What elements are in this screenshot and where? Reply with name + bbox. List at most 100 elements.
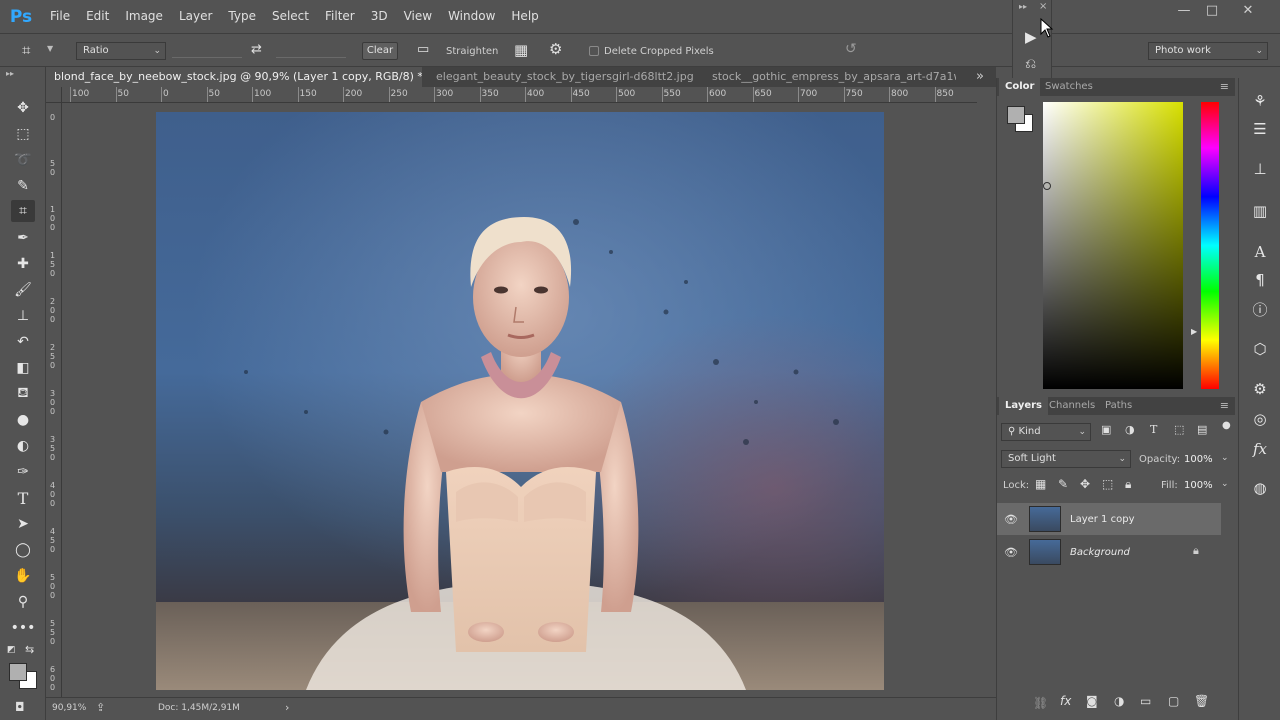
crop-tool-icon[interactable]: ⌗ [11, 200, 35, 222]
reset-icon[interactable]: ↺ [845, 41, 857, 57]
zoom-tool-icon[interactable]: ⚲ [11, 591, 35, 613]
color-picker-handle[interactable] [1043, 182, 1051, 190]
tab-paths[interactable]: Paths [1099, 397, 1138, 415]
straighten-icon[interactable]: ▭ [417, 42, 429, 57]
collapse-icon[interactable]: ▸▸ [6, 69, 14, 78]
chevron-down-icon[interactable]: ⌄ [1221, 453, 1229, 463]
tab-document-2[interactable]: elegant_beauty_stock_by_tigersgirl-d68lt… [428, 67, 696, 87]
menu-view[interactable]: View [396, 0, 440, 33]
menu-file[interactable]: File [42, 0, 78, 33]
add-mask-icon[interactable]: ◙ [1086, 694, 1098, 708]
panel-menu-icon[interactable]: ≡ [1220, 399, 1229, 412]
quick-mask-icon[interactable]: ◘ [15, 700, 25, 714]
fill-value[interactable]: 100% [1184, 479, 1213, 493]
layer-name[interactable]: Layer 1 copy [1070, 514, 1134, 525]
filter-adjustment-icon[interactable]: ◑ [1125, 423, 1135, 436]
layer-row[interactable]: 👁︎ Background 🔒︎ [997, 536, 1221, 568]
hand-tool-icon[interactable]: ✋ [11, 565, 35, 587]
history-icon[interactable]: ⎌ [1025, 56, 1036, 72]
hue-slider-handle[interactable]: ▶ [1191, 327, 1197, 336]
properties-icon[interactable]: ⚙ [1249, 378, 1271, 400]
menu-3d[interactable]: 3D [363, 0, 396, 33]
brush-settings-icon[interactable]: ⚘ [1249, 90, 1271, 112]
filter-pixel-icon[interactable]: ▣ [1101, 423, 1111, 436]
tab-channels[interactable]: Channels [1043, 397, 1101, 415]
marquee-tool-icon[interactable]: ⬚ [11, 123, 35, 145]
filter-shape-icon[interactable]: ⬚ [1174, 423, 1184, 436]
clone-source-icon[interactable]: ⊥ [1249, 158, 1271, 180]
eye-icon[interactable]: 👁︎ [997, 546, 1025, 559]
type-tool-icon[interactable]: T [11, 487, 35, 509]
menu-select[interactable]: Select [264, 0, 317, 33]
lock-transparent-icon[interactable]: ▦ [1035, 477, 1046, 491]
path-select-tool-icon[interactable]: ➤ [11, 513, 35, 535]
3d-icon[interactable]: ⬡ [1249, 338, 1271, 360]
vertical-ruler[interactable]: 0 5 0 1 0 0 1 5 0 2 0 0 2 5 0 3 0 0 3 5 0 4 0 0 4… [46, 103, 62, 697]
paint-bucket-tool-icon[interactable]: ⛾ [11, 383, 35, 405]
move-tool-icon[interactable]: ✥ [11, 97, 35, 119]
overlay-grid-icon[interactable]: ▦ [514, 41, 528, 59]
trash-icon[interactable]: 🗑︎ [1194, 694, 1209, 708]
opacity-value[interactable]: 100% [1184, 453, 1213, 467]
close-icon[interactable]: × [1039, 1, 1047, 12]
height-field[interactable] [276, 42, 346, 58]
pen-tool-icon[interactable]: ✑ [11, 461, 35, 483]
tab-swatches[interactable]: Swatches [1039, 78, 1099, 96]
menu-edit[interactable]: Edit [78, 0, 117, 33]
lasso-tool-icon[interactable]: ➰ [11, 149, 35, 171]
horizontal-ruler[interactable]: 100 50 0 50 100 150 200 250 300 350 400 450 500 550 60… [62, 87, 977, 103]
tab-layers[interactable]: Layers [999, 397, 1048, 415]
lock-all-icon[interactable]: 🔒︎ [1125, 477, 1131, 492]
foreground-color-swatch[interactable] [9, 663, 27, 681]
tab-document-3[interactable]: stock__gothic_empress_by_apsara_art-d7a1… [704, 67, 956, 87]
healing-brush-tool-icon[interactable]: ✚ [11, 253, 35, 275]
new-layer-icon[interactable]: ▢ [1168, 694, 1179, 708]
dodge-tool-icon[interactable]: ◐ [11, 435, 35, 457]
zoom-level[interactable]: 90,91% [52, 703, 86, 713]
canvas-area[interactable] [62, 103, 977, 697]
brush-presets-icon[interactable]: ▥ [1249, 200, 1271, 222]
link-layers-icon[interactable]: ⛓ [1033, 696, 1048, 710]
straighten-label[interactable]: Straighten [446, 45, 498, 59]
layer-filter-select[interactable]: ⚲ Kind ⌄ [1001, 423, 1091, 441]
eye-icon[interactable]: 👁︎ [997, 513, 1025, 526]
panel-menu-icon[interactable]: ≡ [1220, 80, 1229, 93]
fx-panel-icon[interactable]: fx [1249, 438, 1271, 460]
status-menu-arrow[interactable]: › [285, 701, 289, 714]
fx-icon[interactable]: fx [1060, 694, 1071, 708]
adjustment-layer-icon[interactable]: ◑ [1114, 694, 1124, 708]
clear-button[interactable]: Clear [362, 42, 398, 60]
ratio-select[interactable]: Ratio ⌄ [76, 42, 166, 60]
navigator-icon[interactable]: ◍ [1249, 477, 1271, 499]
tab-color[interactable]: Color [999, 78, 1041, 96]
menu-window[interactable]: Window [440, 0, 503, 33]
color-picker-field[interactable] [1043, 102, 1183, 389]
blur-tool-icon[interactable]: ● [11, 409, 35, 431]
gear-icon[interactable]: ⚙ [549, 40, 562, 58]
ellipse-tool-icon[interactable]: ◯ [11, 539, 35, 561]
menu-help[interactable]: Help [503, 0, 546, 33]
default-colors-icon[interactable]: ◩ [7, 645, 16, 655]
layer-row[interactable]: 👁︎ Layer 1 copy [997, 503, 1221, 535]
quick-select-tool-icon[interactable]: ✎ [11, 175, 35, 197]
filter-toggle-icon[interactable]: ● [1222, 420, 1231, 431]
foreground-color-swatch[interactable] [1007, 106, 1025, 124]
lock-image-icon[interactable]: ✎ [1058, 477, 1068, 491]
character-icon[interactable]: A [1249, 241, 1271, 263]
layer-name[interactable]: Background [1070, 547, 1130, 558]
history-brush-tool-icon[interactable]: ↶ [11, 331, 35, 353]
ruler-origin[interactable] [46, 87, 62, 103]
eraser-tool-icon[interactable]: ◧ [11, 357, 35, 379]
crop-tool-preset-icon[interactable]: ⌗ [22, 41, 44, 61]
blend-mode-select[interactable]: Soft Light ⌄ [1001, 450, 1131, 468]
collapse-icon[interactable]: ▸▸ [1019, 2, 1027, 11]
menu-layer[interactable]: Layer [171, 0, 220, 33]
lock-artboard-icon[interactable]: ⬚ [1102, 477, 1113, 491]
adjustments-icon[interactable]: ☰ [1249, 118, 1271, 140]
info-icon[interactable]: ⓘ [1249, 298, 1271, 320]
swap-icon[interactable]: ⇄ [251, 42, 262, 57]
brush-tool-icon[interactable]: 🖌 [11, 279, 35, 301]
width-field[interactable] [172, 42, 242, 58]
tabs-overflow-icon[interactable]: » [976, 69, 984, 84]
hue-slider[interactable] [1201, 102, 1219, 389]
